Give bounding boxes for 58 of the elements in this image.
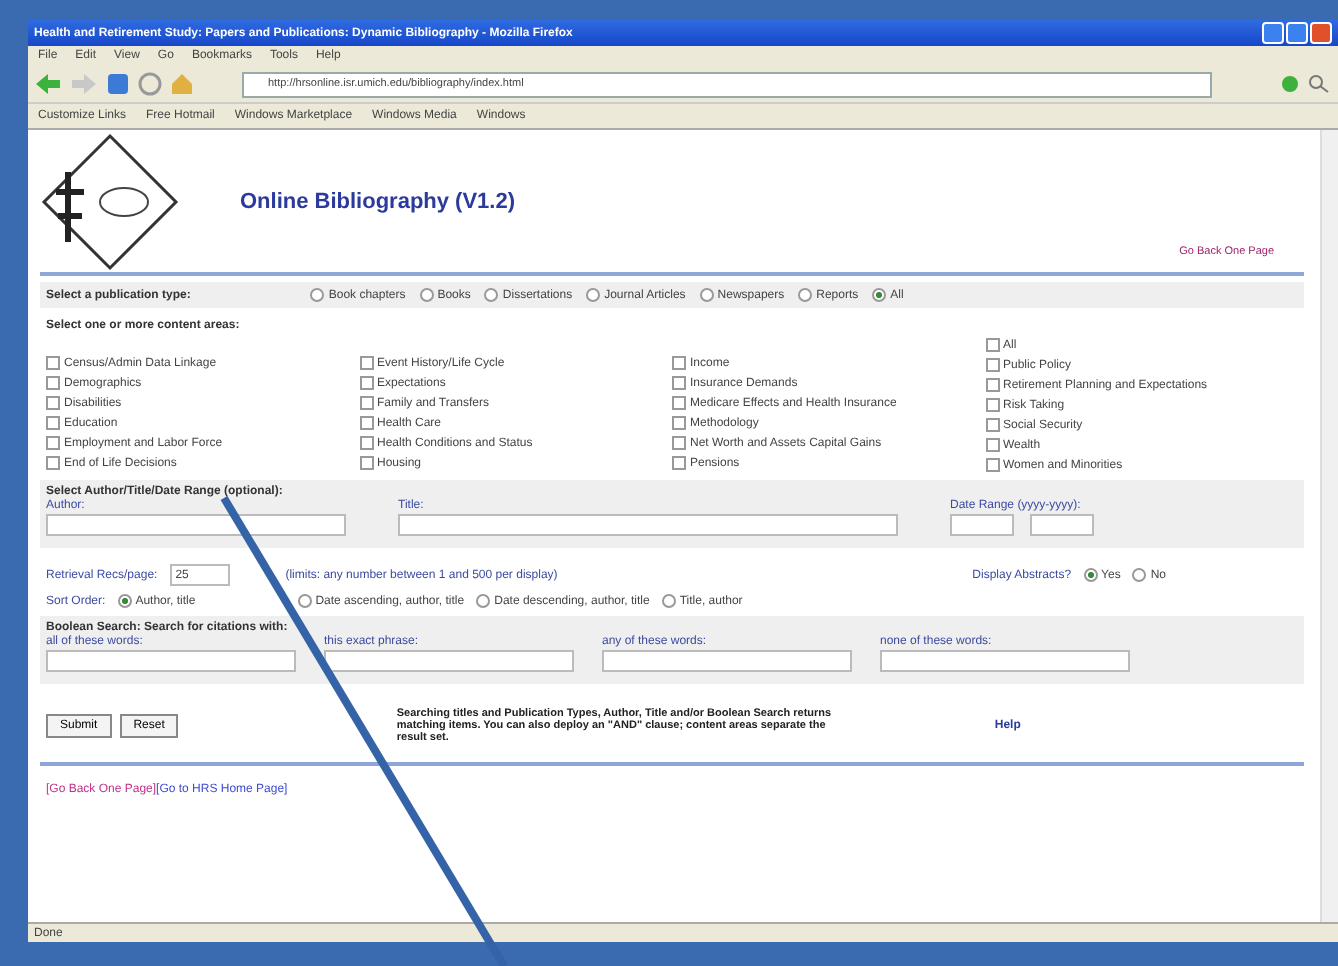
checkbox[interactable]: [672, 376, 686, 390]
radio-button[interactable]: [699, 288, 714, 302]
checkbox[interactable]: [985, 458, 999, 472]
search-icon[interactable]: [1308, 74, 1332, 94]
back-arrow-icon[interactable]: [34, 72, 62, 96]
checkbox[interactable]: [46, 376, 60, 390]
checkbox[interactable]: [985, 418, 999, 432]
radio-button[interactable]: [872, 288, 887, 302]
checkbox[interactable]: [672, 356, 686, 370]
radio-button[interactable]: [419, 288, 434, 302]
checkbox[interactable]: [359, 456, 373, 470]
checkbox[interactable]: [46, 396, 60, 410]
checkbox[interactable]: [359, 436, 373, 450]
checkbox[interactable]: [46, 456, 60, 470]
checkbox[interactable]: [985, 338, 999, 352]
checkbox[interactable]: [359, 396, 373, 410]
logo-drawing: [40, 132, 180, 272]
radio-button[interactable]: [117, 594, 132, 608]
radio-button[interactable]: [661, 594, 676, 608]
date-to-field[interactable]: [1030, 514, 1094, 536]
radio-button[interactable]: [798, 288, 813, 302]
page-title: Online Bibliography (V1.2): [240, 190, 516, 214]
radio-button[interactable]: [310, 288, 325, 302]
checkbox[interactable]: [672, 416, 686, 430]
checkbox[interactable]: [672, 456, 686, 470]
checkbox[interactable]: [985, 438, 999, 452]
author-field[interactable]: [46, 514, 346, 536]
reload-icon[interactable]: [106, 72, 130, 96]
search-term-field[interactable]: [324, 650, 574, 672]
checkbox[interactable]: [672, 396, 686, 410]
radio-button[interactable]: [586, 288, 601, 302]
radio-button[interactable]: [1083, 568, 1098, 582]
date-from-field[interactable]: [950, 514, 1014, 536]
search-term-field[interactable]: [880, 650, 1130, 672]
close-button[interactable]: [1310, 22, 1332, 44]
checkbox[interactable]: [672, 436, 686, 450]
checkbox[interactable]: [46, 416, 60, 430]
radio-button[interactable]: [297, 594, 312, 608]
checkbox[interactable]: [985, 358, 999, 372]
maximize-button[interactable]: [1286, 22, 1308, 44]
checkbox[interactable]: [985, 398, 999, 412]
search-term-field[interactable]: [46, 650, 296, 672]
radio-button[interactable]: [1132, 568, 1147, 582]
scrollbar[interactable]: [1320, 130, 1338, 922]
radio-button[interactable]: [484, 288, 499, 302]
checkbox[interactable]: [46, 356, 60, 370]
checkbox[interactable]: [359, 356, 373, 370]
home-icon[interactable]: [170, 72, 194, 96]
go-icon[interactable]: [1280, 74, 1300, 94]
radio-button[interactable]: [476, 594, 491, 608]
checkbox[interactable]: [985, 378, 999, 392]
checkbox[interactable]: [359, 376, 373, 390]
minimize-button[interactable]: [1262, 22, 1284, 44]
title-field[interactable]: [398, 514, 898, 536]
stop-icon[interactable]: [138, 72, 162, 96]
checkbox[interactable]: [46, 436, 60, 450]
search-term-field[interactable]: [602, 650, 852, 672]
checkbox[interactable]: [359, 416, 373, 430]
